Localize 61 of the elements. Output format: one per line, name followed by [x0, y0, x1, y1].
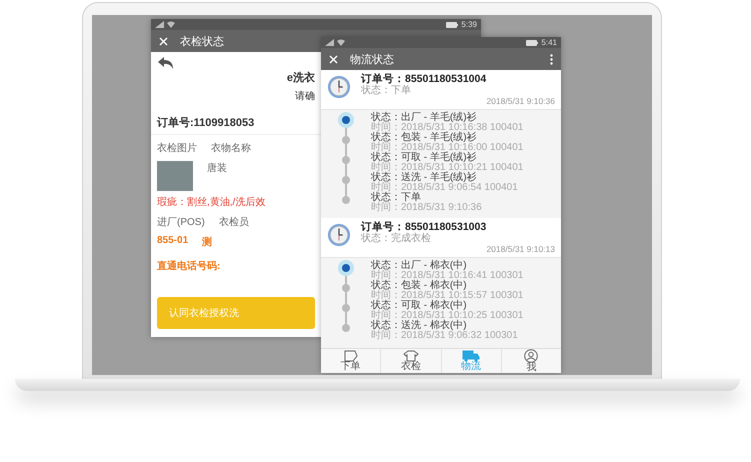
- order-number: 订单号：85501180531003: [361, 221, 488, 233]
- event-status: 状态：包装 - 羊毛(绒)衫: [371, 133, 478, 143]
- field-value: 855-01: [157, 235, 188, 248]
- defect-text: 瑕疵：割丝,黄油,/洗后效: [157, 196, 266, 209]
- event-status: 状态：出厂 - 羊毛(绒)衫: [371, 113, 478, 123]
- wifi-icon: [167, 21, 175, 28]
- garment-name: 唐装: [207, 162, 227, 176]
- event-status: 状态：包装 - 棉衣(中): [371, 281, 468, 291]
- event-status: 状态：可取 - 羊毛(绒)衫: [371, 153, 478, 163]
- order-card[interactable]: 订单号：85501180531004 状态：下单 2018/5/31 9:10:36: [321, 70, 561, 110]
- field-value: 测: [202, 236, 212, 249]
- field-label: 衣检员: [218, 216, 249, 229]
- window-title: 物流状态: [350, 52, 394, 66]
- document-icon: [342, 350, 359, 362]
- status-time: 5:39: [461, 20, 477, 29]
- prompt-text: 请确: [295, 90, 315, 103]
- battery-icon: [526, 40, 538, 46]
- event-status: 状态：出厂 - 棉衣(中): [371, 261, 468, 271]
- order-time: 2018/5/31 9:10:36: [486, 96, 555, 106]
- tab[interactable]: 衣检: [380, 349, 440, 373]
- window-title: 衣检状态: [180, 34, 224, 48]
- status-time: 5:41: [541, 38, 557, 47]
- hotline-label: 直通电话号码:: [157, 260, 222, 273]
- clock-icon: [327, 75, 351, 99]
- brand-text: e洗衣: [286, 70, 315, 85]
- more-icon[interactable]: [550, 54, 553, 64]
- person-icon: [524, 349, 538, 363]
- shirt-icon: [402, 350, 419, 362]
- order-card[interactable]: 订单号：85501180531003 状态：完成衣检 2018/5/31 9:10:13: [321, 218, 561, 258]
- order-time: 2018/5/31 9:10:13: [486, 244, 555, 254]
- battery-icon: [446, 22, 458, 28]
- event-status: 状态：送洗 - 棉衣(中): [371, 321, 468, 331]
- event-time: 时间：2018/5/31 10:15:57 100301: [371, 291, 524, 301]
- event-time: 时间：2018/5/31 10:10:25 100301: [371, 311, 524, 321]
- order-status: 状态：完成衣检: [361, 233, 432, 244]
- event-status: 状态：下单: [371, 193, 421, 203]
- event-time: 时间：2018/5/31 9:10:36: [371, 203, 482, 213]
- tab[interactable]: 下单: [321, 349, 380, 373]
- event-time: 时间：2018/5/31 9:06:32 100301: [371, 331, 518, 341]
- signal-icon: [155, 21, 164, 28]
- signal-icon: [325, 39, 334, 46]
- wifi-icon: [337, 39, 345, 46]
- event-time: 时间：2018/5/31 9:06:54 100401: [371, 183, 518, 193]
- field-label: 衣物名称: [211, 142, 251, 155]
- order-number: 订单号：85501180531004: [361, 73, 488, 85]
- event-time: 时间：2018/5/31 10:16:41 100301: [371, 271, 524, 281]
- clock-icon: [327, 223, 351, 247]
- event-status: 状态：送洗 - 羊毛(绒)衫: [371, 173, 478, 183]
- back-arrow-icon[interactable]: [157, 56, 175, 70]
- truck-icon: [462, 350, 480, 362]
- event-status: 状态：可取 - 棉衣(中): [371, 301, 468, 311]
- close-icon[interactable]: [329, 54, 338, 64]
- event-time: 时间：2018/5/31 10:10:21 100401: [371, 163, 524, 173]
- photo-placeholder: [157, 161, 193, 191]
- event-time: 时间：2018/5/31 10:16:38 100401: [371, 123, 524, 133]
- tab[interactable]: 我: [500, 349, 561, 373]
- field-label: 衣检图片: [157, 142, 197, 155]
- field-label: 进厂(POS): [157, 216, 205, 229]
- event-time: 时间：2018/5/31 10:16:00 100401: [371, 143, 524, 153]
- order-status: 状态：下单: [361, 85, 412, 96]
- close-icon[interactable]: [159, 36, 168, 46]
